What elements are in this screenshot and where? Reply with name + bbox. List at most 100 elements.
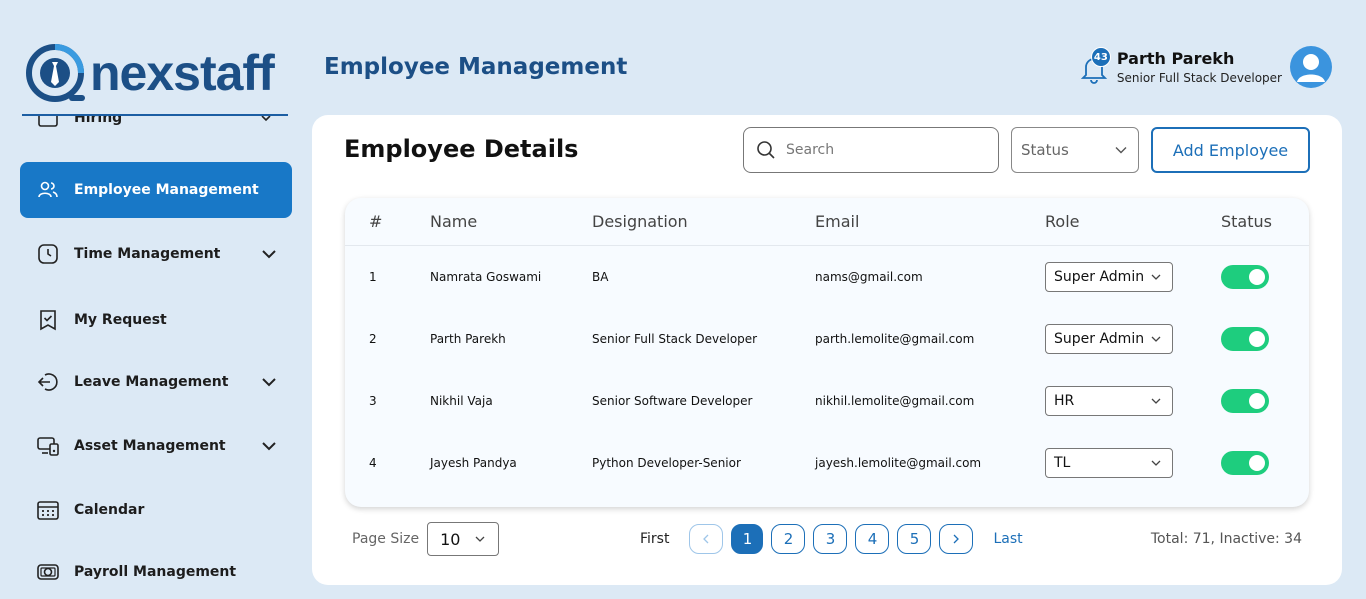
payroll-icon [37, 564, 59, 580]
row-email: jayesh.lemolite@gmail.com [815, 456, 982, 470]
row-num: 1 [369, 270, 377, 284]
page-button-4[interactable]: 4 [855, 524, 890, 554]
notifications-button[interactable]: 43 [1079, 47, 1111, 85]
sidebar-item-my-request[interactable]: My Request [20, 292, 292, 348]
row-role-cell: Super Admin [1045, 246, 1173, 308]
row-name: Nikhil Vaja [430, 394, 493, 408]
sidebar-item-label: Payroll Management [74, 564, 237, 580]
row-name: Jayesh Pandya [430, 456, 517, 470]
row-designation: Senior Full Stack Developer [592, 332, 758, 346]
sidebar-item-hiring[interactable]: Hiring [20, 116, 292, 146]
sidebar-item-payroll-management[interactable]: Payroll Management [20, 544, 292, 599]
sidebar-item-label: Time Management [74, 246, 221, 262]
status-toggle[interactable] [1221, 389, 1269, 413]
search-icon [757, 141, 775, 159]
request-icon [40, 310, 56, 331]
row-name: Namrata Goswami [430, 270, 542, 284]
role-select[interactable]: Super Admin [1045, 324, 1173, 354]
chevron-down-icon [1151, 398, 1161, 404]
employee-details-card: Employee Details Status Add Employee # N… [312, 115, 1342, 585]
clock-icon [38, 244, 58, 264]
card-title: Employee Details [344, 135, 579, 163]
status-filter-select[interactable]: Status [1011, 127, 1139, 173]
role-select-value: Super Admin [1054, 331, 1145, 347]
page-button-5[interactable]: 5 [897, 524, 932, 554]
sidebar-item-time-management[interactable]: Time Management [20, 226, 292, 282]
first-page-link[interactable]: First [640, 531, 669, 547]
chevron-down-icon [262, 442, 276, 451]
row-designation: BA [592, 270, 609, 284]
chevron-down-icon [1151, 274, 1161, 280]
sidebar-item-label: Asset Management [74, 438, 226, 454]
prev-page-button[interactable] [689, 524, 724, 554]
row-role-cell: TL [1045, 432, 1173, 494]
search-input[interactable] [786, 142, 986, 158]
page-size-select[interactable]: 10 [427, 522, 500, 556]
table-row: 2 Parth Parekh Senior Full Stack Develop… [345, 308, 1309, 370]
chevron-down-icon [262, 250, 276, 259]
sidebar-item-label: My Request [74, 312, 167, 328]
column-header-status[interactable]: Status [1221, 212, 1272, 231]
role-select[interactable]: Super Admin [1045, 262, 1173, 292]
status-toggle[interactable] [1221, 327, 1269, 351]
row-role-cell: HR [1045, 370, 1173, 432]
row-status-cell [1221, 308, 1269, 370]
logo-mark-icon [26, 44, 85, 102]
pagination: First 1 2 3 4 5 Last [640, 524, 1023, 554]
role-select[interactable]: TL [1045, 448, 1173, 478]
row-num: 3 [369, 394, 377, 408]
column-header-email[interactable]: Email [815, 212, 859, 231]
asset-icon [37, 437, 59, 456]
sidebar-item-calendar[interactable]: Calendar [20, 482, 292, 538]
role-select[interactable]: HR [1045, 386, 1173, 416]
user-avatar-icon [1297, 54, 1325, 82]
sidebar: Hiring Employee Management Time Manageme… [0, 116, 300, 599]
last-page-link[interactable]: Last [993, 531, 1022, 547]
notification-count-badge: 43 [1090, 47, 1111, 67]
chevron-down-icon [1151, 336, 1161, 342]
row-num: 4 [369, 456, 377, 470]
row-email: nams@gmail.com [815, 270, 923, 284]
add-employee-button[interactable]: Add Employee [1151, 127, 1310, 173]
avatar[interactable] [1290, 46, 1332, 88]
table-row: 3 Nikhil Vaja Senior Software Developer … [345, 370, 1309, 432]
search-box[interactable] [743, 127, 999, 173]
chevron-down-icon [475, 536, 485, 542]
row-num: 2 [369, 332, 377, 346]
row-designation: Python Developer-Senior [592, 456, 741, 470]
row-status-cell [1221, 370, 1269, 432]
page-size-control: Page Size 10 [352, 522, 500, 556]
sidebar-item-label: Employee Management [74, 182, 259, 198]
sidebar-item-leave-management[interactable]: Leave Management [20, 354, 292, 410]
column-header-designation[interactable]: Designation [592, 212, 688, 231]
role-select-value: Super Admin [1054, 269, 1145, 285]
chevron-right-icon [954, 534, 960, 544]
row-email: parth.lemolite@gmail.com [815, 332, 975, 346]
status-toggle[interactable] [1221, 265, 1269, 289]
row-designation: Senior Software Developer [592, 394, 753, 408]
page-button-2[interactable]: 2 [771, 524, 806, 554]
sidebar-item-employee-management[interactable]: Employee Management [20, 162, 292, 218]
role-select-value: TL [1054, 455, 1071, 471]
leave-icon [37, 373, 58, 391]
chevron-down-icon [262, 378, 276, 387]
page-button-1[interactable]: 1 [731, 524, 764, 554]
user-role: Senior Full Stack Developer [1116, 71, 1282, 85]
sidebar-item-label: Leave Management [74, 374, 229, 390]
user-panel: 43 Parth Parekh Senior Full Stack Develo… [1079, 46, 1332, 88]
next-page-button[interactable] [939, 524, 974, 554]
employee-table: # Name Designation Email Role Status 1 N… [345, 198, 1309, 507]
sidebar-item-asset-management[interactable]: Asset Management [20, 418, 292, 474]
chevron-down-icon [261, 116, 271, 122]
row-email: nikhil.lemolite@gmail.com [815, 394, 975, 408]
row-status-cell [1221, 432, 1269, 494]
chevron-down-icon [1151, 460, 1161, 466]
status-toggle[interactable] [1221, 451, 1269, 475]
column-header-role[interactable]: Role [1045, 212, 1079, 231]
page-button-3[interactable]: 3 [813, 524, 848, 554]
table-row: 4 Jayesh Pandya Python Developer-Senior … [345, 432, 1309, 494]
status-filter-value: Status [1021, 141, 1069, 159]
page-title: Employee Management [324, 54, 628, 80]
chevron-down-icon [1115, 147, 1127, 154]
column-header-name[interactable]: Name [430, 212, 477, 231]
